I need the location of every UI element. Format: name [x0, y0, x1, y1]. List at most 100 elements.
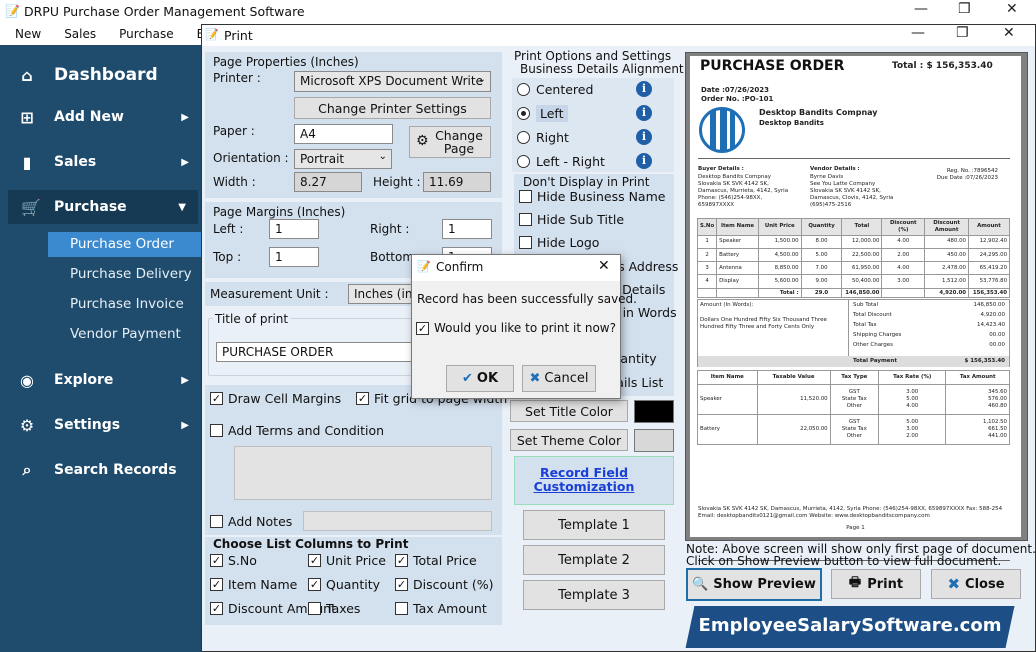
preview-note-2: Click on Show Preview button to view ful…	[686, 554, 1002, 568]
ok-button[interactable]: ✔ OK	[446, 365, 514, 392]
menu-sales[interactable]: Sales	[49, 24, 104, 45]
sidebar-sub-purchase-order[interactable]: Purchase Order	[48, 232, 201, 257]
hide-option-checkbox[interactable]: Hide Business Name	[519, 189, 665, 204]
table-cell: 2,478.00	[924, 261, 969, 276]
column-checkbox[interactable]: Taxes	[308, 601, 360, 616]
dont-display-heading: Don't Display in Print	[523, 175, 650, 189]
change-page-button[interactable]: ⚙ Change Page	[409, 126, 491, 158]
cancel-button[interactable]: ✖ Cancel	[522, 365, 596, 392]
menu-new[interactable]: New	[0, 24, 49, 45]
sidebar-item-add-new[interactable]: ⊞ Add New ▶	[0, 100, 201, 134]
sidebar-sub-purchase-invoice[interactable]: Purchase Invoice	[48, 292, 201, 317]
info-icon[interactable]: i	[636, 129, 652, 145]
record-field-customization-link[interactable]: Record Field Customization	[524, 466, 644, 494]
menu-purchase[interactable]: Purchase	[104, 24, 182, 45]
column-checkbox[interactable]: Tax Amount	[395, 601, 487, 616]
table-cell: Speaker	[716, 234, 759, 249]
template-2-button[interactable]: Template 2	[523, 545, 665, 575]
table-cell: 4	[696, 274, 718, 289]
sidebar-item-dashboard[interactable]: ⌂ Dashboard	[0, 58, 201, 92]
chevron-right-icon: ▶	[181, 156, 189, 168]
sidebar-item-search-records[interactable]: ⌕ Search Records	[0, 453, 201, 487]
close-icon: ✖	[947, 575, 961, 593]
close-button[interactable]: ✕	[1006, 1, 1018, 17]
confirm-close-button[interactable]: ✕	[598, 258, 610, 274]
column-header: Quantity	[800, 218, 843, 236]
vendor-line: (695)475-2516	[810, 201, 852, 208]
paper-input[interactable]: A4	[294, 124, 393, 144]
sidebar-item-sales[interactable]: ▮ Sales ▶	[0, 145, 201, 179]
table-cell: 450.00	[924, 247, 969, 263]
alignment-radio[interactable]: Right	[517, 127, 569, 147]
amount-words: Dollars One Hundred Fifty Six Thousand T…	[700, 317, 827, 330]
buyer-line: Slovakia SK SVK 4142 SK,	[698, 180, 769, 187]
app-title: DRPU Purchase Order Management Software	[24, 4, 305, 19]
print-minimize-button[interactable]: —	[911, 25, 925, 41]
add-notes-checkbox[interactable]: Add Notes	[210, 514, 292, 529]
buyer-details: Desktop Bandits Compnay Slovakia SK SVK 4…	[698, 174, 788, 208]
table-cell: 61,950.00	[841, 261, 883, 276]
table-row: 2 Battery 4,500.00 5.00 22,500.00 2.00 450.00 2…	[696, 247, 1011, 263]
margin-right-input[interactable]: 1	[442, 219, 492, 239]
sidebar-item-settings[interactable]: ⚙ Settings ▶	[0, 408, 201, 442]
table-cell: 9.00	[800, 274, 843, 289]
column-checkbox[interactable]: ✓ Quantity	[308, 577, 380, 592]
table-cell: 2	[696, 247, 718, 263]
sidebar-item-explore[interactable]: ◉ Explore ▶	[0, 363, 201, 397]
template-3-button[interactable]: Template 3	[523, 580, 665, 610]
alignment-radio[interactable]: Left	[517, 103, 568, 123]
change-printer-settings-button[interactable]: Change Printer Settings	[294, 97, 491, 119]
total-payment-row: Total Payment $ 156,353.40	[698, 356, 1009, 367]
buyer-line: 659897XXXX	[698, 201, 735, 208]
minimize-button[interactable]: —	[914, 1, 928, 17]
alignment-radio[interactable]: Left - Right	[517, 151, 605, 171]
printer-select[interactable]: Microsoft XPS Document Write ⌄	[294, 71, 491, 92]
column-header: Total	[841, 218, 883, 236]
column-checkbox[interactable]: ✓ Total Price	[395, 553, 477, 568]
show-preview-button[interactable]: 🔍 Show Preview	[686, 568, 822, 601]
alignment-radio[interactable]: Centered	[517, 79, 593, 99]
orientation-label: Orientation :	[213, 151, 289, 165]
summary-row: Sub Total 146,850.00	[853, 302, 1005, 308]
summary-row: Total Discount 4,920.00	[853, 312, 1005, 318]
confirm-dialog: 📝 Confirm ✕ Record has been successfully…	[411, 254, 637, 399]
doc-company: Desktop Bandits Compnay	[759, 108, 878, 117]
margin-top-input[interactable]: 1	[269, 247, 319, 267]
orientation-select[interactable]: Portrait ⌄	[294, 149, 392, 169]
add-terms-checkbox[interactable]: Add Terms and Condition	[210, 423, 384, 438]
info-icon[interactable]: i	[636, 81, 652, 97]
totals-discount: 4,920.00	[924, 287, 969, 299]
theme-color-swatch[interactable]	[634, 429, 674, 452]
chevron-right-icon: ▶	[181, 419, 189, 431]
info-icon[interactable]: i	[636, 153, 652, 169]
draw-cell-margins-checkbox[interactable]: ✓ Draw Cell Margins	[210, 391, 341, 406]
maximize-button[interactable]: ❐	[958, 1, 971, 17]
sidebar: ⌂ Dashboard ⊞ Add New ▶ ▮ Sales ▶ 🛒 Purchase ▼ …	[0, 45, 201, 652]
print-close-button[interactable]: ✕	[1003, 25, 1015, 41]
table-cell: 480.00	[924, 234, 969, 249]
items-table: S.No Item Name Unit Price Quantity Total Disc…	[696, 218, 1011, 299]
table-cell: 4.00	[881, 261, 926, 276]
print-button[interactable]: 🖶 Print	[831, 569, 921, 599]
column-checkbox[interactable]: ✓ Discount (%)	[395, 577, 493, 592]
print-now-checkbox[interactable]: ✓ Would you like to print it now?	[416, 321, 616, 335]
column-checkbox[interactable]: ✓ Unit Price	[308, 553, 386, 568]
set-title-color-button[interactable]: Set Title Color	[510, 400, 628, 422]
tax-value: 22,050.00	[756, 414, 831, 445]
table-cell: 12,000.00	[841, 234, 883, 249]
sidebar-sub-purchase-delivery[interactable]: Purchase Delivery	[48, 262, 201, 287]
close-dialog-button[interactable]: ✖ Close	[931, 569, 1021, 599]
margin-left-input[interactable]: 1	[269, 219, 319, 239]
column-checkbox[interactable]: ✓ Item Name	[210, 577, 297, 592]
template-1-button[interactable]: Template 1	[523, 510, 665, 540]
sidebar-item-purchase[interactable]: 🛒 Purchase ▼	[8, 190, 198, 224]
info-icon[interactable]: i	[636, 105, 652, 121]
title-color-swatch[interactable]	[634, 400, 674, 423]
hide-option-checkbox[interactable]: Hide Logo	[519, 235, 599, 250]
column-header: S.No	[696, 218, 718, 236]
sidebar-sub-vendor-payment[interactable]: Vendor Payment	[48, 322, 201, 347]
set-theme-color-button[interactable]: Set Theme Color	[510, 429, 628, 451]
print-maximize-button[interactable]: ❐	[956, 25, 969, 41]
hide-option-checkbox[interactable]: Hide Sub Title	[519, 212, 624, 227]
column-checkbox[interactable]: ✓ S.No	[210, 553, 257, 568]
